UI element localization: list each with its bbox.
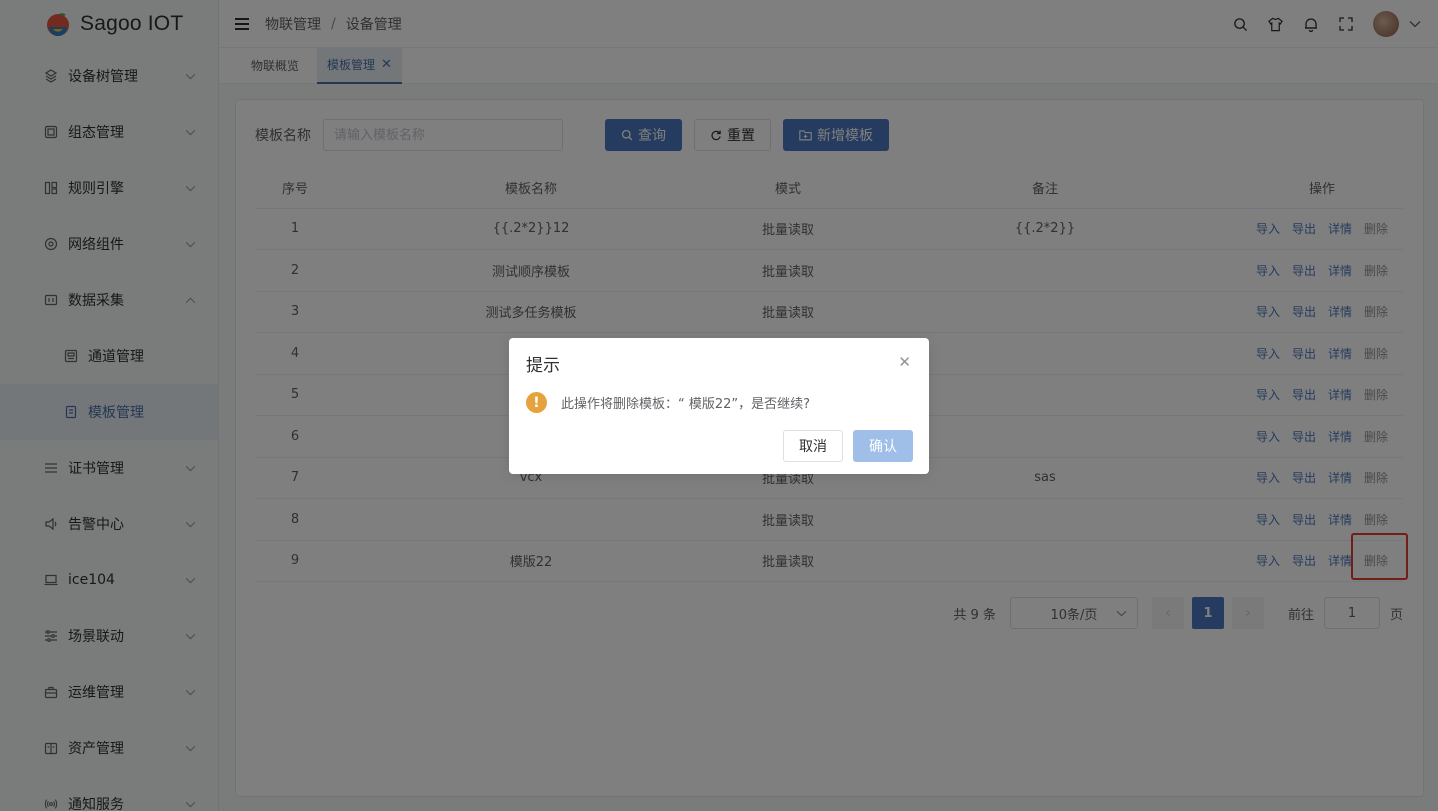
cancel-button[interactable]: 取消: [783, 430, 843, 462]
confirm-button[interactable]: 确认: [853, 430, 913, 462]
dialog-body: ! 此操作将删除模板：“ 模版22”，是否继续?: [526, 392, 810, 413]
close-icon[interactable]: ✕: [898, 353, 911, 371]
dialog-footer: 取消 确认: [783, 430, 913, 462]
dialog-title: 提示: [526, 356, 560, 376]
confirm-dialog: 提示 ✕ ! 此操作将删除模板：“ 模版22”，是否继续? 取消 确认: [509, 338, 929, 474]
dialog-message: 此操作将删除模板：“ 模版22”，是否继续?: [561, 397, 811, 412]
warning-icon: !: [526, 392, 547, 413]
